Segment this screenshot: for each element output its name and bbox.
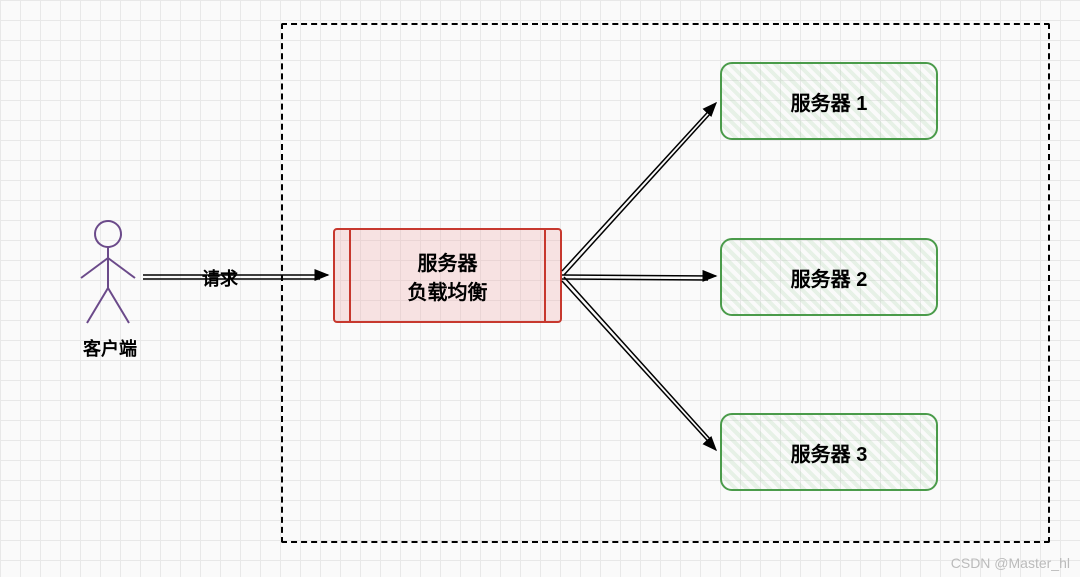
lb-label-1: 服务器 (418, 247, 478, 276)
server-1-label: 服务器 1 (791, 87, 868, 116)
lb-label-2: 负载均衡 (408, 276, 488, 305)
request-label: 请求 (195, 265, 245, 291)
server-3-box: 服务器 3 (720, 413, 938, 491)
server-1-box: 服务器 1 (720, 62, 938, 140)
client-label: 客户端 (75, 335, 145, 361)
server-3-label: 服务器 3 (791, 438, 868, 467)
load-balancer-box: 服务器 负载均衡 (333, 228, 562, 323)
watermark: CSDN @Master_hl (951, 555, 1070, 571)
client-actor-icon (73, 218, 143, 328)
server-2-label: 服务器 2 (791, 263, 868, 292)
server-2-box: 服务器 2 (720, 238, 938, 316)
